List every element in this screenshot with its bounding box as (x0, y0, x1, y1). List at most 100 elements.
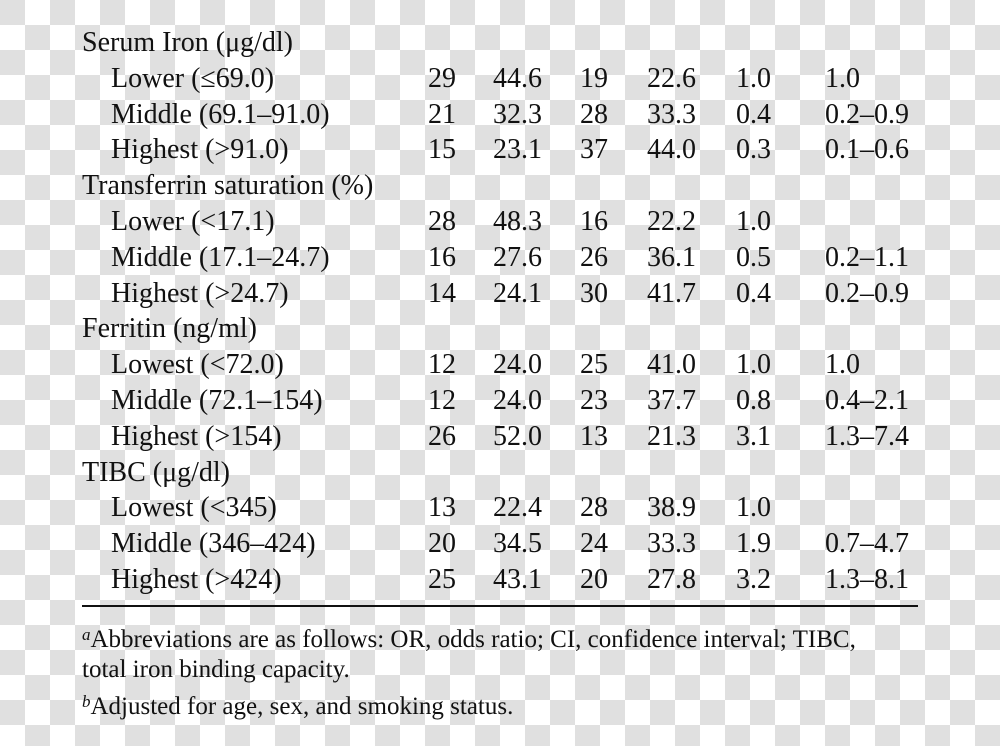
table-cell: 33.3 (647, 528, 696, 560)
table-cell: 24.0 (493, 349, 542, 381)
table-row: Highest (>91.0) 15 23.1 37 44.0 0.3 0.1–0.6 (0, 132, 1000, 168)
table-cell: 1.9 (736, 528, 771, 560)
table-cell: 19 (580, 62, 608, 94)
table-cell: 1.0 (736, 206, 771, 237)
footnote-text: total iron binding capacity. (82, 656, 350, 683)
table-cell: 24 (580, 528, 608, 560)
table-bottom-rule (82, 605, 918, 607)
group-header-row: Transferrin saturation (%) (0, 168, 1000, 204)
row-label: Middle (17.1–24.7) (111, 241, 330, 273)
row-label: Middle (69.1–91.0) (111, 98, 330, 130)
table-cell: 0.8 (736, 385, 771, 416)
table-cell: 22.4 (493, 492, 542, 524)
footnote-text: Adjusted for age, sex, and smoking statu… (90, 693, 514, 720)
group-title: TIBC (μg/dl) (82, 456, 230, 488)
group-title: Ferritin (ng/ml) (82, 313, 257, 345)
table-cell: 15 (428, 134, 456, 166)
table-cell: 3.2 (736, 564, 771, 595)
footnote-b: bAdjusted for age, sex, and smoking stat… (82, 685, 513, 724)
row-label: Middle (346–424) (111, 528, 316, 560)
table-cell: 1.0 (736, 349, 771, 381)
table-cell: 32.3 (493, 98, 542, 130)
table-cell: 26 (428, 420, 456, 452)
table-cell: 48.3 (493, 206, 542, 237)
table-cell: 44.6 (493, 62, 542, 94)
table-cell: 23 (580, 385, 608, 416)
table-cell: 0.3 (736, 134, 771, 166)
table-cell: 34.5 (493, 528, 542, 560)
table-cell: 25 (428, 564, 456, 595)
row-label: Lower (<17.1) (111, 206, 275, 237)
table-row: Lower (<17.1) 28 48.3 16 22.2 1.0 (0, 204, 1000, 240)
table-cell: 1.0 (825, 62, 860, 94)
group-title: Serum Iron (μg/dl) (82, 27, 293, 58)
table-cell: 24.0 (493, 385, 542, 416)
table-row: Lowest (<345) 13 22.4 28 38.9 1.0 (0, 490, 1000, 526)
footnote-a: aAbbreviations are as follows: OR, odds … (82, 618, 856, 657)
table-row: Middle (17.1–24.7) 16 27.6 26 36.1 0.5 0.2–1.1 (0, 240, 1000, 276)
table-cell: 1.0 (736, 492, 771, 524)
table-cell: 22.6 (647, 62, 696, 94)
table-cell: 14 (428, 277, 456, 309)
table-cell: 20 (580, 564, 608, 595)
table-cell: 43.1 (493, 564, 542, 595)
row-label: Middle (72.1–154) (111, 385, 323, 416)
group-header-row: Ferritin (ng/ml) (0, 311, 1000, 347)
table-cell: 16 (428, 241, 456, 273)
table-cell: 30 (580, 277, 608, 309)
table-cell: 41.7 (647, 277, 696, 309)
table-cell: 52.0 (493, 420, 542, 452)
table-row: Middle (346–424) 20 34.5 24 33.3 1.9 0.7–4.7 (0, 526, 1000, 562)
group-header-row: TIBC (μg/dl) (0, 455, 1000, 491)
table-cell: 0.4 (736, 277, 771, 309)
table-cell: 21.3 (647, 420, 696, 452)
table-cell: 12 (428, 349, 456, 381)
table-cell: 0.2–0.9 (825, 98, 909, 130)
table-cell: 27.8 (647, 564, 696, 595)
table-cell: 1.3–8.1 (825, 564, 909, 595)
table-cell: 29 (428, 62, 456, 94)
row-label: Lowest (<345) (111, 492, 277, 524)
table-cell: 3.1 (736, 420, 771, 452)
group-title: Transferrin saturation (%) (82, 170, 374, 202)
table-cell: 0.4 (736, 98, 771, 130)
table-cell: 0.4–2.1 (825, 385, 909, 416)
table-cell: 23.1 (493, 134, 542, 166)
table-cell: 28 (580, 98, 608, 130)
table-row: Middle (69.1–91.0) 21 32.3 28 33.3 0.4 0.2–0.9 (0, 97, 1000, 133)
table-cell: 33.3 (647, 98, 696, 130)
row-label: Highest (>91.0) (111, 134, 289, 166)
table-cell: 36.1 (647, 241, 696, 273)
table-row: Highest (>424) 25 43.1 20 27.8 3.2 1.3–8.1 (0, 562, 1000, 598)
table-cell: 28 (428, 206, 456, 237)
table-cell: 1.0 (736, 62, 771, 94)
table-cell: 20 (428, 528, 456, 560)
table-cell: 28 (580, 492, 608, 524)
row-label: Lower (≤69.0) (111, 62, 275, 94)
table-row: Middle (72.1–154) 12 24.0 23 37.7 0.8 0.4–2.1 (0, 383, 1000, 419)
table-cell: 24.1 (493, 277, 542, 309)
footnote-mark: b (82, 692, 91, 711)
row-label: Highest (>154) (111, 420, 282, 452)
footnote-a-cont: total iron binding capacity. (82, 653, 350, 687)
table-cell: 0.1–0.6 (825, 134, 909, 166)
table-cell: 41.0 (647, 349, 696, 381)
table-cell: 44.0 (647, 134, 696, 166)
table-cell: 37.7 (647, 385, 696, 416)
table-cell: 1.0 (825, 349, 860, 381)
table-cell: 26 (580, 241, 608, 273)
table-cell: 13 (580, 420, 608, 452)
table-cell: 13 (428, 492, 456, 524)
table-row: Lower (≤69.0) 29 44.6 19 22.6 1.0 1.0 (0, 61, 1000, 97)
footnote-mark: a (82, 625, 91, 644)
table-cell: 37 (580, 134, 608, 166)
table-row: Highest (>24.7) 14 24.1 30 41.7 0.4 0.2–0.9 (0, 276, 1000, 312)
row-label: Lowest (<72.0) (111, 349, 284, 381)
row-label: Highest (>424) (111, 564, 282, 595)
table-cell: 21 (428, 98, 456, 130)
table-cell: 0.7–4.7 (825, 528, 909, 560)
table-cell: 12 (428, 385, 456, 416)
table-cell: 38.9 (647, 492, 696, 524)
group-header-row: Serum Iron (μg/dl) (0, 25, 1000, 61)
footnote-text: Abbreviations are as follows: OR, odds r… (90, 626, 856, 653)
